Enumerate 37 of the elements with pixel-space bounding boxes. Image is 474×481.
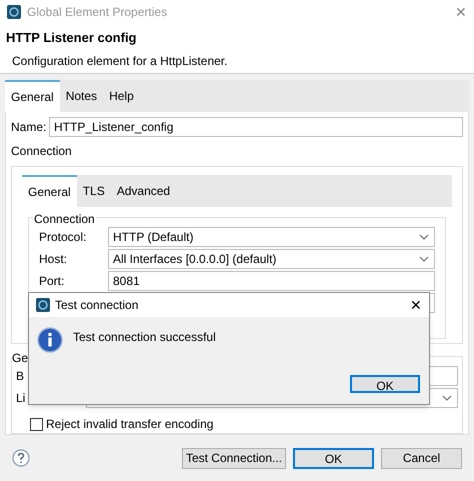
chevron-down-icon: [419, 234, 429, 240]
tab[interactable]: General: [22, 175, 77, 207]
checkbox[interactable]: [30, 418, 43, 430]
close-button[interactable]: ✕: [455, 5, 467, 19]
field-label: B: [16, 369, 24, 383]
app-logo-icon: [36, 298, 50, 312]
chevron-down-icon: [442, 395, 452, 401]
message-text: Test connection successful: [73, 329, 216, 346]
window-title: Global Element Properties: [27, 4, 168, 21]
dropdown[interactable]: HTTP (Default): [108, 227, 435, 247]
dialog-title: HTTP Listener config: [6, 29, 138, 47]
input-field[interactable]: 8081: [108, 271, 435, 291]
field-label: Host:: [39, 252, 68, 266]
message-dialog-title: Test connection: [55, 297, 138, 314]
checkbox-label: Reject invalid transfer encoding: [46, 416, 214, 433]
dialog-button[interactable]: Test Connection...: [182, 448, 286, 468]
field-label: Port:: [39, 274, 64, 288]
dialog-button[interactable]: Cancel: [381, 448, 462, 468]
input-field[interactable]: HTTP_Listener_config: [49, 117, 463, 137]
ok-button[interactable]: OK: [350, 375, 420, 393]
tab[interactable]: Help: [103, 80, 140, 112]
dialog-description: Configuration element for a HttpListener.: [11, 52, 228, 70]
field-label: Protocol:: [39, 230, 86, 244]
info-icon: [37, 327, 63, 353]
help-icon[interactable]: [12, 449, 30, 467]
section-label: Connection: [11, 143, 73, 160]
tab[interactable]: TLS: [76, 175, 111, 207]
chevron-down-icon: [419, 256, 429, 262]
app-logo-icon: [7, 5, 21, 19]
field-label: Name:: [11, 119, 48, 136]
tab[interactable]: General: [5, 80, 60, 112]
dropdown[interactable]: All Interfaces [0.0.0.0] (default): [108, 249, 435, 269]
tab[interactable]: Notes: [60, 80, 104, 112]
field-label: Li: [16, 391, 26, 405]
dialog-button[interactable]: OK: [293, 448, 374, 468]
tab[interactable]: Advanced: [110, 175, 176, 207]
close-button[interactable]: ✕: [410, 298, 422, 312]
